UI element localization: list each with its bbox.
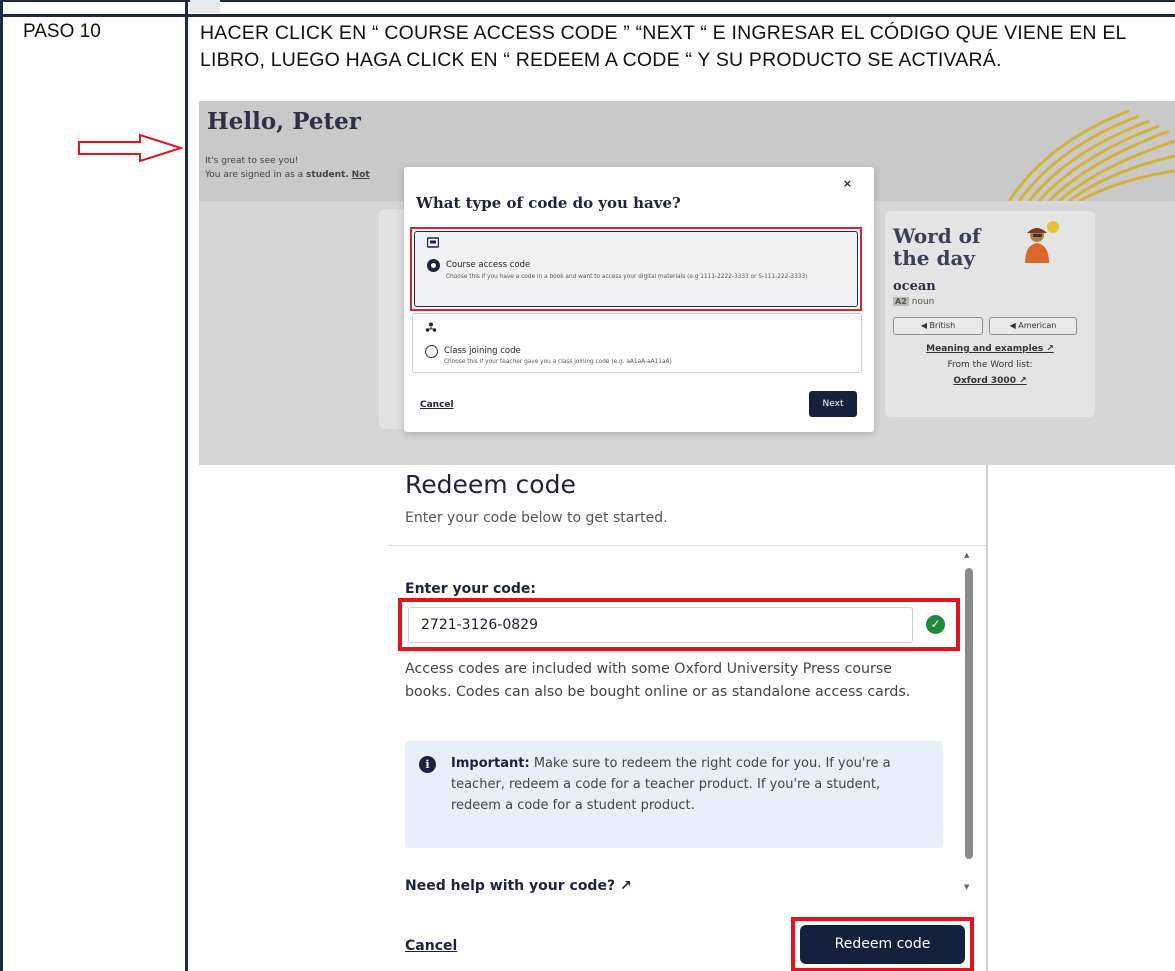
meaning-link[interactable]: Meaning and examples ↗ [885, 344, 1095, 354]
oxford-3000-link[interactable]: Oxford 3000 ↗ [885, 376, 1095, 386]
dashboard-screenshot: Hello, Peter It's great to see you! You … [199, 101, 1175, 465]
signed-in-role: student. [306, 170, 349, 180]
group-icon [425, 322, 437, 337]
code-input[interactable] [408, 607, 913, 643]
table-row-divider [0, 14, 1175, 17]
header-divider [388, 545, 986, 546]
wod-title-line1: Word of [893, 224, 981, 248]
wod-title-line2: the day [893, 246, 976, 270]
course-access-description: Choose this if you have a code in a book… [446, 274, 808, 280]
greeting-heading: Hello, Peter [207, 108, 361, 135]
british-audio-button[interactable]: ◀ British [893, 317, 983, 335]
redeem-button-highlight: Redeem code [791, 917, 974, 971]
redeem-code-screenshot: Redeem code Enter your code below to get… [388, 465, 988, 971]
code-field-highlight: ✓ [398, 598, 960, 651]
important-text: Important: Make sure to redeem the right… [451, 753, 921, 816]
cancel-button[interactable]: Cancel [405, 938, 457, 954]
step-instruction: HACER CLICK EN “ COURSE ACCESS CODE ” “N… [200, 22, 1126, 71]
table-border-left [0, 14, 3, 971]
word-list-label: From the Word list: [947, 360, 1033, 370]
table-stub [190, 0, 220, 13]
word-of-day-title: Word of the day [893, 225, 981, 269]
american-audio-button[interactable]: ◀ American [989, 317, 1077, 335]
class-joining-description: Choose this if your teacher gave you a c… [444, 359, 672, 365]
book-code-icon [426, 237, 440, 252]
important-notice: i Important: Make sure to redeem the rig… [405, 741, 943, 848]
redeem-code-button[interactable]: Redeem code [800, 925, 965, 964]
class-joining-radio[interactable] [425, 345, 438, 358]
step-label: PASO 10 [23, 21, 101, 42]
word-of-day-word: ocean [893, 279, 936, 294]
scroll-up-arrow-icon[interactable]: ▲ [964, 551, 969, 559]
word-of-day-card: Word of the day ocean A2 noun ◀ British ◀ … [885, 211, 1095, 417]
modal-cancel-button[interactable]: Cancel [420, 400, 454, 410]
scroll-down-arrow-icon[interactable]: ▼ [964, 883, 969, 891]
class-joining-label: Class joining code [444, 346, 521, 356]
close-icon[interactable]: × [843, 177, 852, 190]
table-border-top [0, 0, 1175, 2]
word-pos: noun [911, 297, 935, 307]
not-you-link[interactable]: Not [352, 170, 370, 180]
course-access-radio[interactable] [427, 259, 440, 272]
code-field-label: Enter your code: [405, 581, 537, 597]
word-of-day-pos: A2 noun [893, 297, 934, 307]
signed-in-text: You are signed in as a student. Not [205, 170, 370, 180]
code-type-modal: × What type of code do you have? Course … [404, 167, 874, 432]
option-course-access-code[interactable]: Course access code Choose this if you ha… [410, 227, 862, 311]
course-access-label: Course access code [446, 260, 531, 270]
option-course-access-inner[interactable]: Course access code Choose this if you ha… [414, 231, 858, 307]
valid-check-icon: ✓ [926, 615, 945, 634]
important-label: Important: [451, 756, 530, 771]
scrollbar-thumb[interactable] [965, 568, 973, 859]
redeem-title: Redeem code [405, 470, 576, 499]
character-illustration-icon [1019, 219, 1063, 263]
red-arrow-annotation [78, 133, 183, 163]
info-icon: i [419, 756, 436, 773]
modal-next-button[interactable]: Next [809, 391, 857, 417]
help-link[interactable]: Need help with your code? ↗ [405, 878, 632, 894]
option-class-joining-code[interactable]: Class joining code Choose this if your t… [412, 313, 862, 373]
word-level-badge: A2 [893, 297, 909, 306]
redeem-subtitle: Enter your code below to get started. [405, 510, 668, 526]
table-column-divider [185, 0, 188, 971]
decorative-sculpture-image [979, 101, 1175, 201]
welcome-text: It's great to see you! [205, 156, 299, 166]
access-code-info: Access codes are included with some Oxfo… [405, 661, 911, 700]
modal-title: What type of code do you have? [416, 194, 681, 212]
signed-in-prefix: You are signed in as a [205, 170, 304, 180]
